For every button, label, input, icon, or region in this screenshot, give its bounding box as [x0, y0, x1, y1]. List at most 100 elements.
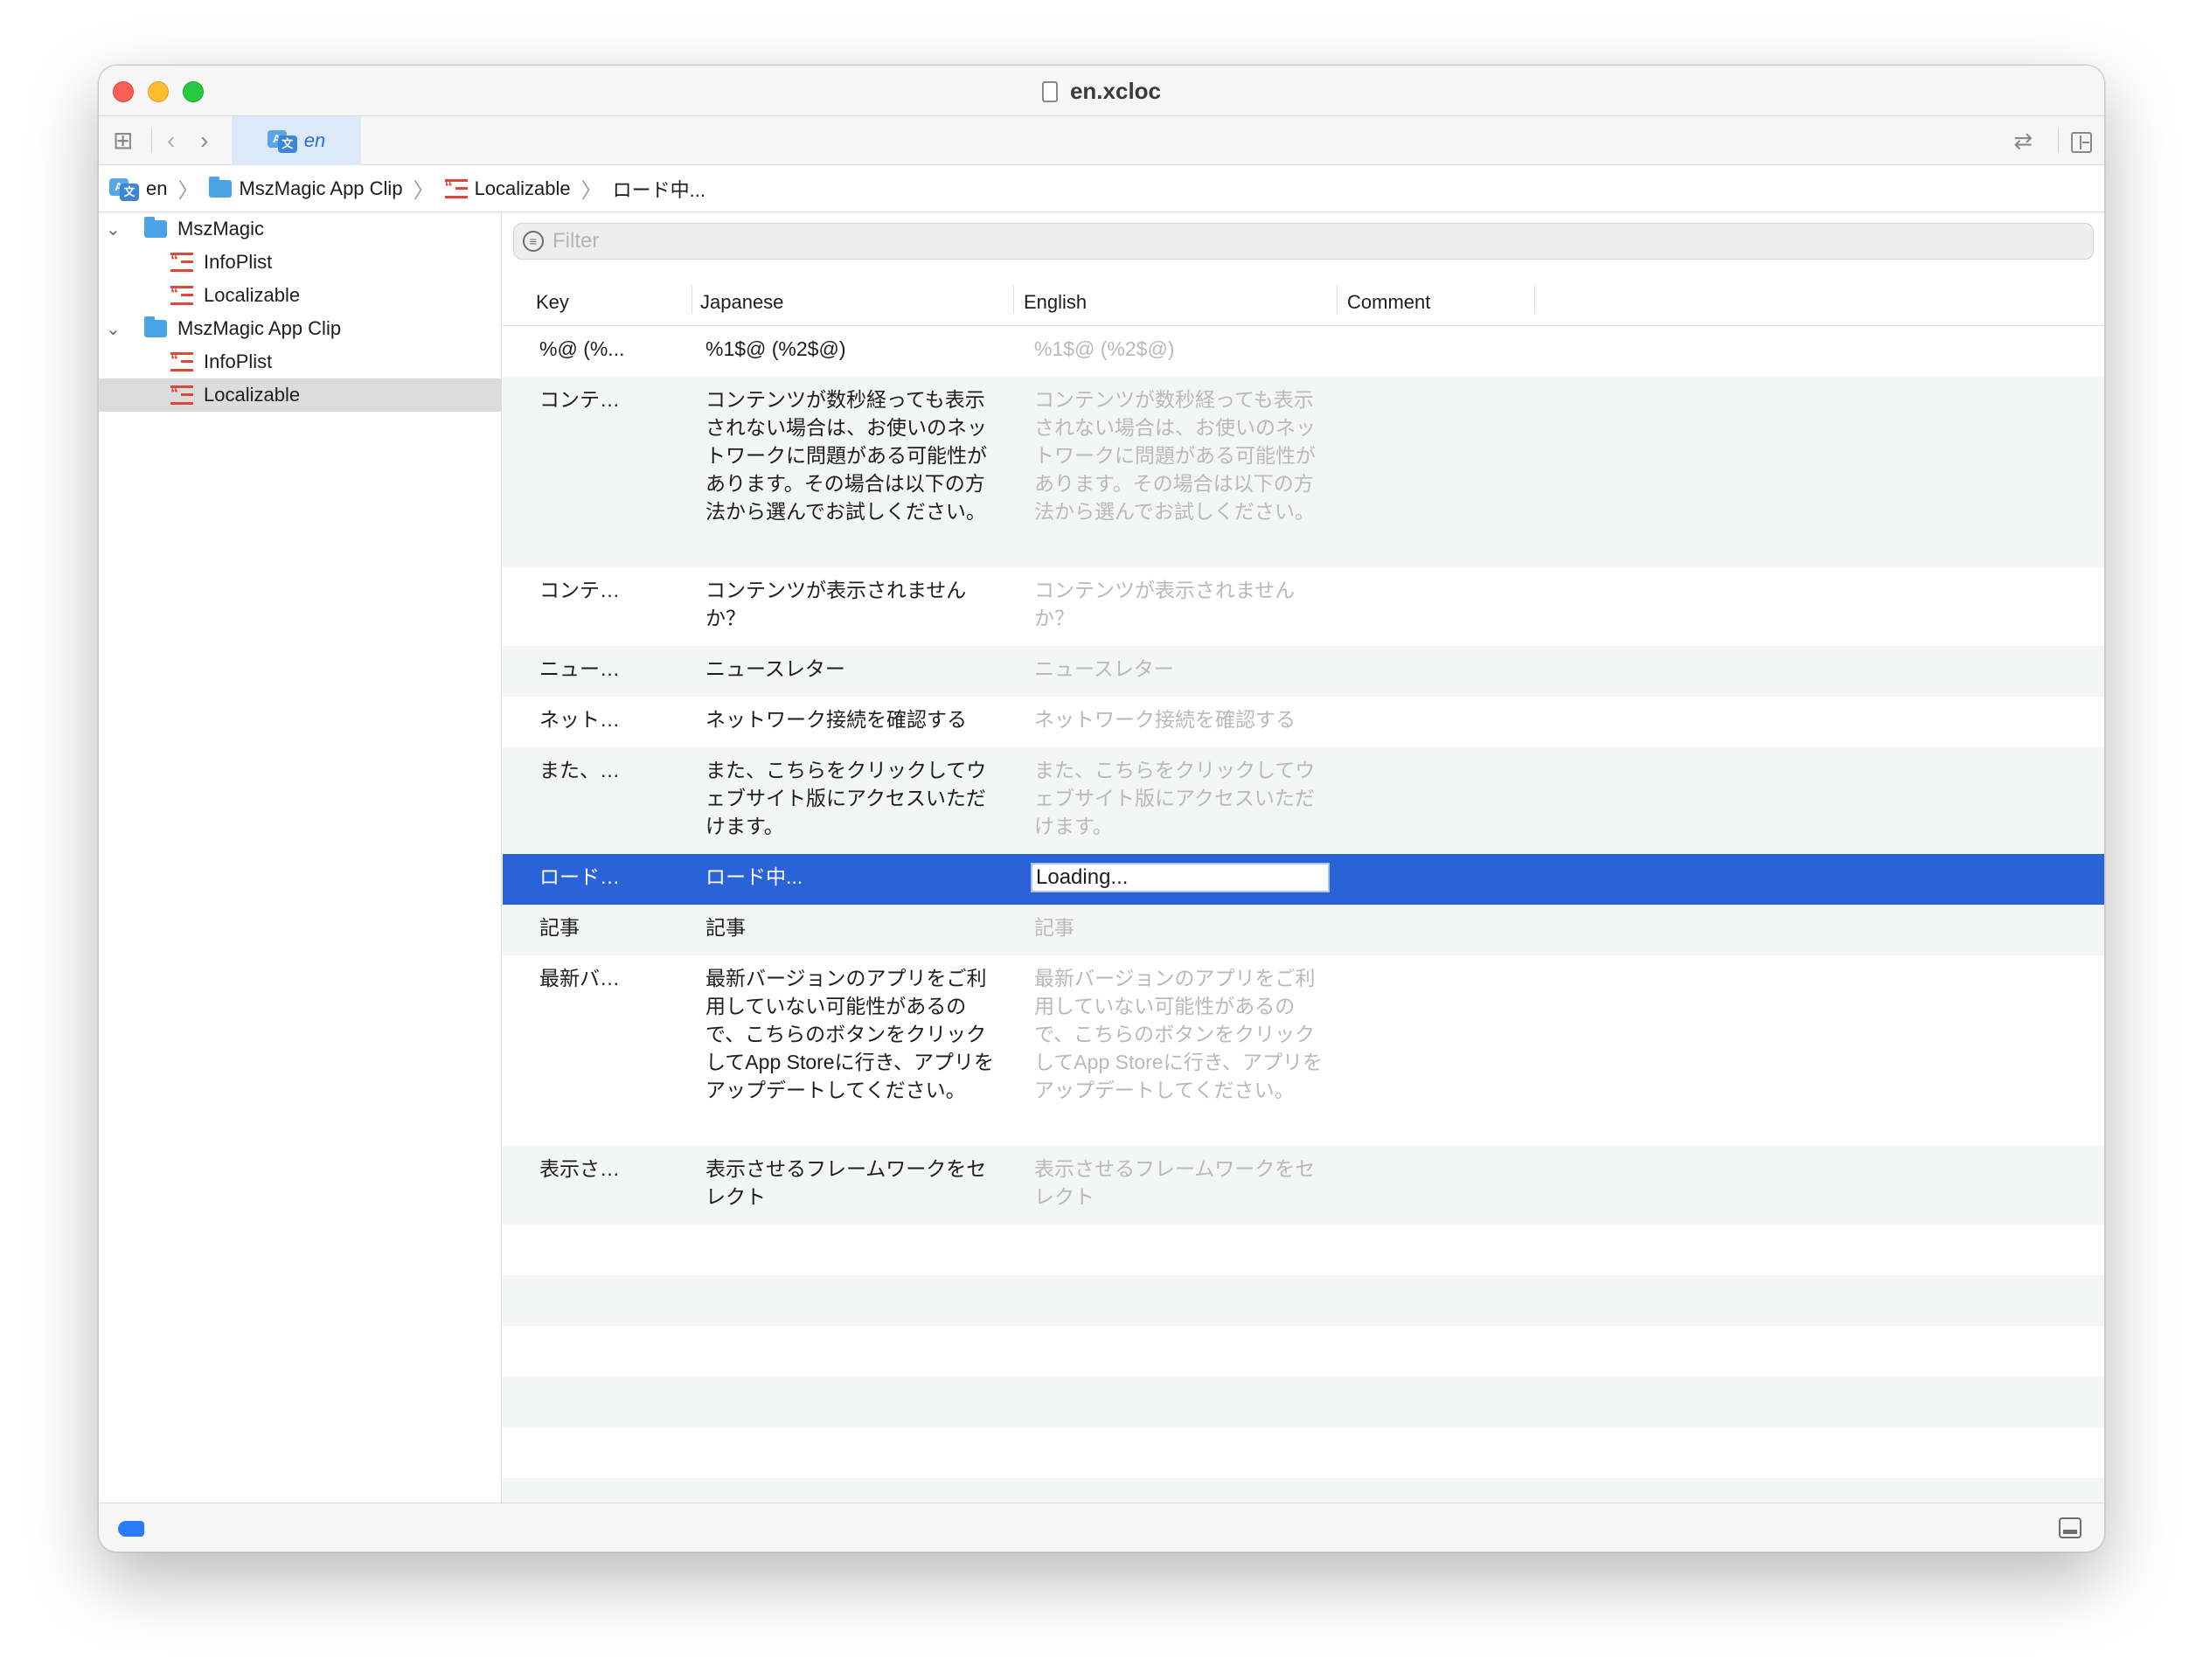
tab-en-label: en — [303, 129, 326, 151]
chevron-right-icon[interactable]: › — [200, 125, 208, 156]
english-edit-field[interactable]: Loading... — [1031, 863, 1330, 892]
empty-row — [503, 1275, 2104, 1326]
table-row[interactable]: 記事 記事 記事 — [503, 905, 2104, 955]
chevron-down-icon[interactable]: ⌄ — [106, 219, 121, 240]
table-row[interactable]: コンテ… コンテンツが表示されませんか？ コンテンツが表示されませんか？ — [503, 567, 2104, 646]
japanese-cell: ニュースレター — [705, 657, 845, 680]
folder-icon — [144, 316, 167, 337]
table-row[interactable]: %@ (%... %1$@ (%2$@) %1$@ (%2$@) — [503, 326, 2104, 377]
sidebar-group-mszmagic[interactable]: ⌄ MszMagic — [99, 212, 501, 246]
sidebar-item-infoplist[interactable]: InfoPlist — [99, 345, 501, 378]
sidebar-group-app-clip[interactable]: ⌄ MszMagic App Clip — [99, 312, 501, 345]
sidebar-item-label: InfoPlist — [204, 251, 273, 273]
empty-row — [503, 1427, 2104, 1478]
japanese-cell: 最新バージョンのアプリをご利用していない可能性があるので、こちらのボタンをクリッ… — [705, 967, 994, 1101]
window-title-text: en.xcloc — [1069, 78, 1162, 104]
key-cell: また、… — [539, 759, 620, 781]
sidebar-item-localizable[interactable]: Localizable — [99, 279, 501, 312]
english-cell[interactable]: %1$@ (%2$@) — [1034, 335, 1323, 363]
tab-bar: ⊞ ‹ › A文 en ⇄ — [99, 116, 2104, 165]
debug-area-toggle-icon[interactable] — [2059, 1517, 2081, 1538]
sidebar-item-localizable-selected[interactable]: Localizable — [99, 378, 501, 412]
strings-file-icon — [170, 385, 193, 405]
key-cell: 記事 — [539, 916, 580, 939]
english-cell[interactable]: 記事 — [1034, 913, 1323, 941]
key-cell: コンテ… — [539, 579, 620, 601]
breadcrumb-item-app-clip[interactable]: MszMagic App Clip — [209, 176, 403, 200]
column-divider[interactable] — [1013, 286, 1014, 314]
strings-file-icon — [444, 178, 468, 198]
key-cell: 最新バ… — [539, 967, 620, 989]
key-cell: コンテ… — [539, 388, 620, 411]
table-row[interactable]: ニュー… ニュースレター ニュースレター — [503, 646, 2104, 697]
key-cell: ネット… — [539, 708, 620, 731]
sidebar-group-label: MszMagic — [177, 218, 265, 240]
japanese-cell: 記事 — [705, 916, 746, 939]
xcode-window: en.xcloc ⊞ ‹ › A文 en ⇄ A文 en 〉 MszMagic … — [98, 65, 2105, 1552]
strings-file-icon — [170, 252, 193, 272]
toolbar-divider — [151, 128, 152, 153]
chevron-down-icon[interactable]: ⌄ — [106, 318, 121, 340]
table-row[interactable]: コンテ… コンテンツが数秒経っても表示されない場合は、お使いのネットワークに問題… — [503, 377, 2104, 567]
grid-icon[interactable]: ⊞ — [113, 125, 133, 156]
column-header-english[interactable]: English — [1024, 291, 1087, 314]
toolbar-divider — [2058, 128, 2059, 153]
filter-field[interactable]: ≡ Filter — [513, 223, 2094, 260]
table-header: Key Japanese English Comment — [503, 275, 2104, 326]
sidebar-item-infoplist[interactable]: InfoPlist — [99, 246, 501, 279]
table-row[interactable]: ネット… ネットワーク接続を確認する ネットワーク接続を確認する — [503, 697, 2104, 747]
english-cell[interactable]: コンテンツが数秒経っても表示されない場合は、お使いのネットワークに問題がある可能… — [1034, 385, 1323, 525]
japanese-cell: 表示させるフレームワークをセレクト — [705, 1157, 987, 1208]
sidebar-item-label: Localizable — [204, 384, 301, 406]
tab-en[interactable]: A文 en — [232, 116, 361, 165]
add-editor-icon[interactable] — [2071, 125, 2092, 156]
english-cell[interactable]: 表示させるフレームワークをセレクト — [1034, 1155, 1323, 1211]
localization-icon: A文 — [267, 130, 297, 153]
column-header-comment[interactable]: Comment — [1347, 291, 1430, 314]
breadcrumb-label: MszMagic App Clip — [239, 177, 403, 199]
swap-arrows-icon[interactable]: ⇄ — [2013, 125, 2033, 156]
breadcrumb-separator-icon: 〉 — [177, 179, 199, 203]
column-divider[interactable] — [1337, 286, 1338, 314]
status-bar — [99, 1503, 2104, 1552]
key-cell: ロード… — [539, 865, 620, 888]
english-cell[interactable]: コンテンツが表示されませんか？ — [1034, 576, 1323, 632]
english-cell[interactable]: また、こちらをクリックしてウェブサイト版にアクセスいただけます。 — [1034, 756, 1323, 840]
title-bar: en.xcloc — [99, 66, 2104, 116]
breadcrumb-item-localizable[interactable]: Localizable — [444, 177, 571, 200]
breadcrumb-separator-icon: 〉 — [580, 179, 602, 203]
key-cell: 表示さ… — [539, 1157, 620, 1180]
sidebar-item-label: InfoPlist — [204, 351, 273, 372]
key-cell: ニュー… — [539, 657, 620, 680]
japanese-cell: ロード中... — [705, 865, 803, 888]
column-header-key[interactable]: Key — [536, 291, 569, 314]
column-divider[interactable] — [1534, 286, 1535, 314]
breadcrumb-item-key[interactable]: ロード中... — [613, 175, 705, 203]
breadcrumb-label: Localizable — [474, 177, 571, 199]
empty-row — [503, 1478, 2104, 1504]
table-row[interactable]: また、… また、こちらをクリックしてウェブサイト版にアクセスいただけます。 また… — [503, 747, 2104, 854]
strings-file-icon — [170, 351, 193, 371]
filter-toggle-icon[interactable] — [118, 1521, 144, 1537]
breadcrumb-item-en[interactable]: A文 en — [109, 177, 167, 201]
localization-editor: ≡ Filter Key Japanese English Comment %@… — [503, 212, 2104, 1504]
empty-row — [503, 1225, 2104, 1275]
empty-row — [503, 1377, 2104, 1427]
english-cell[interactable]: ニュースレター — [1034, 655, 1323, 683]
key-cell: %@ (%... — [539, 337, 625, 360]
english-cell[interactable]: 最新バージョンのアプリをご利用していない可能性があるので、こちらのボタンをクリッ… — [1034, 964, 1323, 1104]
breadcrumb-label: ロード中... — [612, 178, 705, 201]
table-row[interactable]: 最新バ… 最新バージョンのアプリをご利用していない可能性があるので、こちらのボタ… — [503, 955, 2104, 1146]
table-row[interactable]: 表示さ… 表示させるフレームワークをセレクト 表示させるフレームワークをセレクト — [503, 1146, 2104, 1225]
japanese-cell: コンテンツが表示されませんか？ — [705, 579, 967, 629]
document-icon — [1041, 81, 1058, 102]
japanese-cell: %1$@ (%2$@) — [705, 337, 846, 360]
column-header-japanese[interactable]: Japanese — [700, 291, 783, 314]
folder-icon — [209, 176, 233, 198]
chevron-left-icon[interactable]: ‹ — [167, 125, 175, 156]
breadcrumb: A文 en 〉 MszMagic App Clip 〉 Localizable … — [99, 165, 2104, 212]
breadcrumb-separator-icon: 〉 — [413, 179, 434, 203]
english-cell[interactable]: ネットワーク接続を確認する — [1034, 705, 1323, 733]
column-divider[interactable] — [691, 286, 692, 314]
table-row-selected[interactable]: ロード… ロード中... Loading... — [503, 854, 2104, 905]
